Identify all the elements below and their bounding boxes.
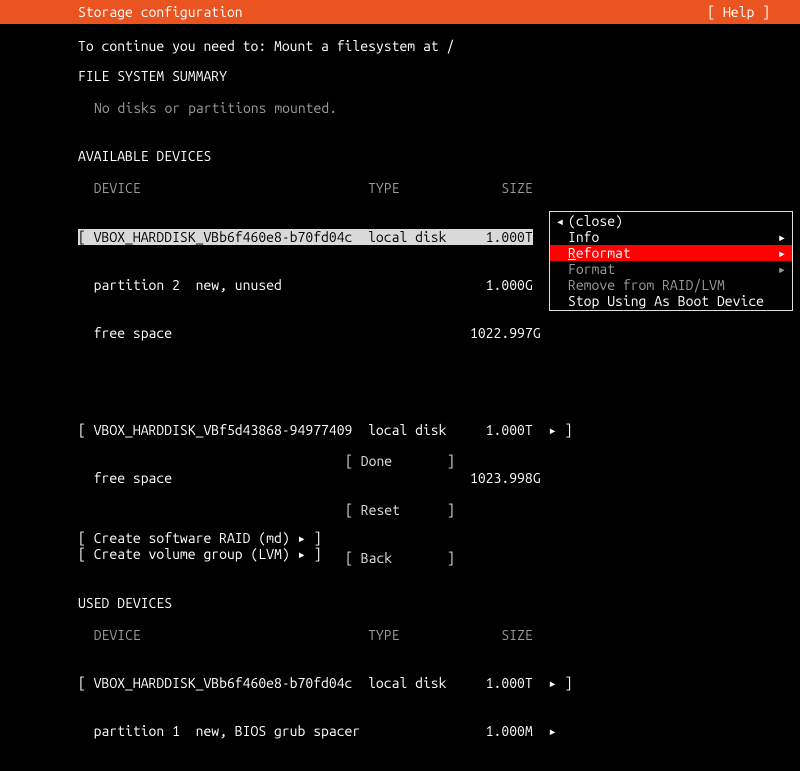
used-devices-title: USED DEVICES — [78, 595, 800, 611]
fs-summary-title: FILE SYSTEM SUMMARY — [78, 68, 800, 84]
menu-remove-raid-lvm: Remove from RAID/LVM — [550, 277, 792, 293]
chevron-right-icon: ▸ — [776, 261, 788, 277]
reset-button[interactable]: [ Reset ] — [0, 502, 800, 518]
page-title: Storage configuration — [0, 4, 243, 20]
menu-stopboot-label: Stop Using As Boot Device — [566, 293, 776, 309]
chevron-right-icon: ▸ — [776, 229, 788, 245]
navigation-buttons: [ Done ] [ Reset ] [ Back ] — [0, 421, 800, 582]
partition-row[interactable]: partition 1 new, BIOS grub spacer 1.000M… — [78, 723, 800, 739]
col-type: TYPE — [368, 180, 399, 196]
context-menu: ◂ (close) Info ▸ Reformat ▸ Format ▸ Rem… — [549, 211, 793, 311]
device-1[interactable]: [ VBOX_HARDDISK_VBb6f460e8-b70fd04c loca… — [78, 229, 533, 245]
menu-reformat[interactable]: Reformat ▸ — [550, 245, 792, 261]
available-devices-title: AVAILABLE DEVICES — [78, 148, 800, 164]
done-button[interactable]: [ Done ] — [0, 453, 800, 469]
device-row[interactable]: [ VBOX_HARDDISK_VBb6f460e8-b70fd04c loca… — [78, 675, 800, 691]
chevron-right-icon: ▸ — [776, 245, 788, 261]
col-device: DEVICE — [94, 627, 141, 643]
menu-format-label: Format — [566, 261, 776, 277]
col-size: SIZE — [501, 180, 532, 196]
fs-summary-empty: No disks or partitions mounted. — [94, 100, 800, 116]
chevron-left-icon: ◂ — [554, 213, 566, 229]
col-size: SIZE — [501, 627, 532, 643]
menu-stop-boot-device[interactable]: Stop Using As Boot Device — [550, 293, 792, 309]
used-list: [ VBOX_HARDDISK_VBb6f460e8-b70fd04c loca… — [78, 643, 800, 771]
menu-info-label: Info — [566, 229, 776, 245]
menu-close-label: (close) — [566, 213, 776, 229]
help-button[interactable]: [ Help ] — [707, 4, 800, 20]
back-button[interactable]: [ Back ] — [0, 550, 800, 566]
header-bar: Storage configuration [ Help ] — [0, 0, 800, 24]
col-device: DEVICE — [94, 180, 141, 196]
menu-close[interactable]: ◂ (close) — [550, 213, 792, 229]
main-panel: To continue you need to: Mount a filesys… — [0, 24, 800, 771]
free-space-row[interactable]: free space 1022.997G — [78, 325, 800, 341]
instruction-text: To continue you need to: Mount a filesys… — [78, 38, 800, 54]
menu-format: Format ▸ — [550, 261, 792, 277]
menu-remove-label: Remove from RAID/LVM — [566, 277, 776, 293]
menu-reformat-label: Reformat — [566, 245, 776, 261]
menu-info[interactable]: Info ▸ — [550, 229, 792, 245]
col-type: TYPE — [368, 627, 399, 643]
column-headers: DEVICE TYPE SIZE — [78, 180, 800, 196]
column-headers-used: DEVICE TYPE SIZE — [78, 627, 800, 643]
